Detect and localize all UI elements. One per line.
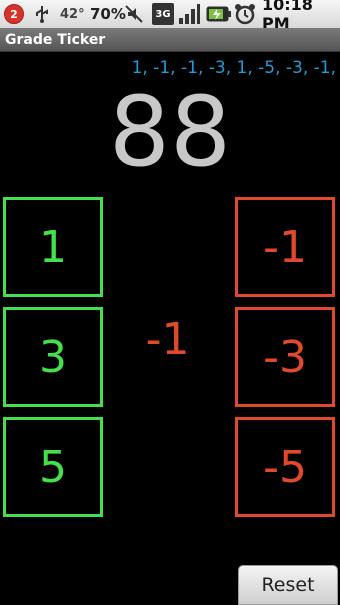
subtract-1-button[interactable]: -1 bbox=[235, 197, 335, 297]
clock-time: 10:18 PM bbox=[262, 0, 313, 33]
reset-button[interactable]: Reset bbox=[238, 565, 338, 605]
battery-percent-text: 70% bbox=[90, 5, 126, 23]
signal-strength-icon bbox=[178, 0, 200, 28]
notification-badge[interactable]: 2 bbox=[4, 4, 24, 24]
app-title-bar: Grade Ticker bbox=[0, 28, 340, 52]
app-title: Grade Ticker bbox=[5, 31, 106, 48]
alarm-clock-icon bbox=[234, 0, 256, 28]
battery-charging-icon bbox=[206, 0, 232, 28]
last-change-value: -1 bbox=[145, 314, 190, 365]
add-1-button[interactable]: 1 bbox=[3, 197, 103, 297]
usb-icon bbox=[34, 0, 50, 28]
network-3g-icon: 3G bbox=[152, 0, 174, 28]
total-score: 88 bbox=[108, 76, 232, 188]
add-5-button[interactable]: 5 bbox=[3, 417, 103, 517]
temperature-text: 42° bbox=[60, 6, 85, 22]
status-bar: 2 42° 70% 3G 10:18 PM bbox=[0, 0, 340, 33]
add-3-button[interactable]: 3 bbox=[3, 307, 103, 407]
subtract-5-button[interactable]: -5 bbox=[235, 417, 335, 517]
silent-mode-icon bbox=[124, 0, 144, 28]
subtract-3-button[interactable]: -3 bbox=[235, 307, 335, 407]
notification-area: 2 bbox=[4, 0, 24, 28]
network-3g-label: 3G bbox=[152, 3, 174, 25]
